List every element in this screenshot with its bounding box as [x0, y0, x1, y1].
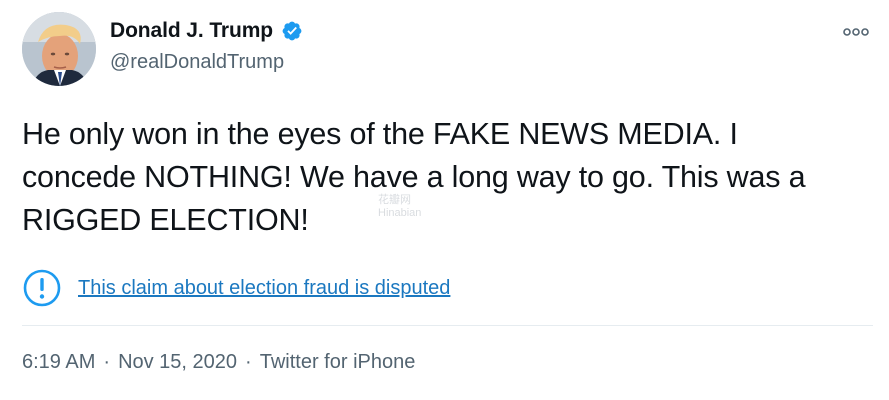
- profile-photo: [22, 12, 96, 86]
- more-options-button[interactable]: [841, 22, 871, 42]
- exclamation-circle-icon: [22, 268, 62, 308]
- tweet-card: Donald J. Trump @realDonaldTrump He only…: [0, 0, 889, 400]
- disputed-claim-notice: This claim about election fraud is dispu…: [22, 268, 450, 308]
- metadata-separator: ·: [103, 351, 111, 373]
- more-options-icon: [843, 28, 869, 36]
- metadata-separator: ·: [245, 351, 252, 373]
- author-name-row: Donald J. Trump: [110, 19, 303, 43]
- author-handle[interactable]: @realDonaldTrump: [110, 51, 284, 74]
- tweet-text: He only won in the eyes of the FAKE NEWS…: [22, 117, 806, 237]
- watermark-line-1: 花瓣网: [378, 194, 411, 206]
- tweet-time[interactable]: 6:19 AM: [22, 351, 95, 374]
- author-name[interactable]: Donald J. Trump: [110, 19, 273, 43]
- avatar[interactable]: [22, 12, 96, 86]
- disputed-claim-link[interactable]: This claim about election fraud is dispu…: [78, 277, 450, 300]
- watermark-line-2: Hinabian: [378, 207, 422, 219]
- watermark: 花瓣网 Hinabian: [378, 194, 421, 220]
- tweet-source[interactable]: Twitter for iPhone: [260, 351, 416, 374]
- verified-badge-icon: [281, 20, 303, 42]
- tweet-date[interactable]: Nov 15, 2020: [118, 351, 237, 374]
- tweet-metadata: 6:19 AM · Nov 15, 2020 · Twitter for iPh…: [22, 351, 415, 374]
- divider: [22, 325, 873, 326]
